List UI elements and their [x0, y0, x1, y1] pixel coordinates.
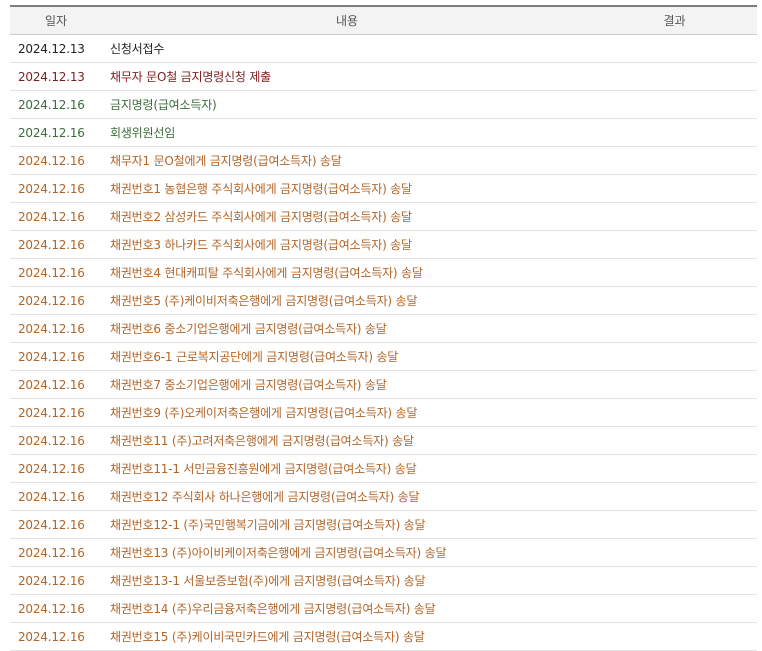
row-content: 채권번호14 (주)우리금융저축은행에게 금지명령(급여소득자) 송달 — [102, 594, 592, 623]
row-date: 2024.12.16 — [10, 398, 102, 427]
row-result — [592, 34, 757, 63]
row-date: 2024.12.13 — [10, 62, 102, 91]
row-content: 채권번호9 (주)오케이저축은행에게 금지명령(급여소득자) 송달 — [102, 398, 592, 427]
row-content: 채권번호6 중소기업은행에게 금지명령(급여소득자) 송달 — [102, 314, 592, 343]
table-row: 2024.12.16 채권번호12 주식회사 하나은행에게 금지명령(급여소득자)… — [10, 482, 757, 511]
row-content: 채권번호7 중소기업은행에게 금지명령(급여소득자) 송달 — [102, 370, 592, 399]
row-result — [592, 454, 757, 483]
table-row: 2024.12.16 채권번호2 삼성카드 주식회사에게 금지명령(급여소득자) … — [10, 202, 757, 231]
row-result — [592, 146, 757, 175]
row-content: 채권번호4 현대캐피탈 주식회사에게 금지명령(급여소득자) 송달 — [102, 258, 592, 287]
row-result — [592, 258, 757, 287]
table-row: 2024.12.16 채권번호15 (주)케이비국민카드에게 금지명령(급여소득자… — [10, 622, 757, 651]
row-result — [592, 174, 757, 203]
table-row: 2024.12.13 채무자 문O철 금지명령신청 제출 — [10, 62, 757, 91]
row-date: 2024.12.16 — [10, 426, 102, 455]
table-header: 일자 내용 결과 — [10, 5, 757, 35]
row-result — [592, 622, 757, 651]
row-content: 채권번호15 (주)케이비국민카드에게 금지명령(급여소득자) 송달 — [102, 622, 592, 651]
row-date: 2024.12.16 — [10, 594, 102, 623]
row-date: 2024.12.16 — [10, 146, 102, 175]
table-row: 2024.12.16 회생위원선임 — [10, 118, 757, 147]
row-result — [592, 370, 757, 399]
table-row: 2024.12.16 채권번호11 (주)고려저축은행에게 금지명령(급여소득자)… — [10, 426, 757, 455]
row-result — [592, 62, 757, 91]
row-content: 채무자1 문O철에게 금지명령(급여소득자) 송달 — [102, 146, 592, 175]
row-result — [592, 90, 757, 119]
table-body: 2024.12.13 신청서접수 2024.12.13 채무자 문O철 금지명령신청 … — [10, 34, 757, 651]
row-content: 채권번호11-1 서민금융진흥원에게 금지명령(급여소득자) 송달 — [102, 454, 592, 483]
table-row: 2024.12.16 채권번호13 (주)아이비케이저축은행에게 금지명령(급여소… — [10, 538, 757, 567]
row-result — [592, 482, 757, 511]
row-result — [592, 566, 757, 595]
row-content: 채권번호3 하나카드 주식회사에게 금지명령(급여소득자) 송달 — [102, 230, 592, 259]
row-content: 채권번호2 삼성카드 주식회사에게 금지명령(급여소득자) 송달 — [102, 202, 592, 231]
row-date: 2024.12.16 — [10, 202, 102, 231]
row-content: 채권번호13-1 서울보증보험(주)에게 금지명령(급여소득자) 송달 — [102, 566, 592, 595]
row-content: 채권번호12 주식회사 하나은행에게 금지명령(급여소득자) 송달 — [102, 482, 592, 511]
row-result — [592, 510, 757, 539]
row-date: 2024.12.16 — [10, 90, 102, 119]
table-row: 2024.12.16 채권번호6 중소기업은행에게 금지명령(급여소득자) 송달 — [10, 314, 757, 343]
row-result — [592, 314, 757, 343]
row-date: 2024.12.16 — [10, 454, 102, 483]
row-content: 채권번호11 (주)고려저축은행에게 금지명령(급여소득자) 송달 — [102, 426, 592, 455]
table-row: 2024.12.16 채권번호3 하나카드 주식회사에게 금지명령(급여소득자) … — [10, 230, 757, 259]
row-result — [592, 398, 757, 427]
row-content: 신청서접수 — [102, 34, 592, 63]
row-date: 2024.12.16 — [10, 314, 102, 343]
row-result — [592, 202, 757, 231]
row-date: 2024.12.16 — [10, 174, 102, 203]
row-date: 2024.12.16 — [10, 538, 102, 567]
row-result — [592, 342, 757, 371]
row-content: 금지명령(급여소득자) — [102, 90, 592, 119]
row-content: 채권번호6-1 근로복지공단에게 금지명령(급여소득자) 송달 — [102, 342, 592, 371]
row-date: 2024.12.16 — [10, 566, 102, 595]
row-date: 2024.12.16 — [10, 286, 102, 315]
row-result — [592, 594, 757, 623]
row-date: 2024.12.16 — [10, 118, 102, 147]
row-result — [592, 538, 757, 567]
table-row: 2024.12.13 신청서접수 — [10, 34, 757, 63]
row-result — [592, 426, 757, 455]
case-progress-table: 일자 내용 결과 2024.12.13 신청서접수 2024.12.13 채무자 문O… — [10, 5, 757, 651]
row-result — [592, 230, 757, 259]
row-date: 2024.12.16 — [10, 482, 102, 511]
row-content: 채무자 문O철 금지명령신청 제출 — [102, 62, 592, 91]
row-content: 채권번호12-1 (주)국민행복기금에게 금지명령(급여소득자) 송달 — [102, 510, 592, 539]
table-row: 2024.12.16 채권번호6-1 근로복지공단에게 금지명령(급여소득자) 송… — [10, 342, 757, 371]
table-row: 2024.12.16 채권번호7 중소기업은행에게 금지명령(급여소득자) 송달 — [10, 370, 757, 399]
column-header-content: 내용 — [102, 5, 592, 35]
row-date: 2024.12.16 — [10, 622, 102, 651]
table-row: 2024.12.16 채권번호5 (주)케이비저축은행에게 금지명령(급여소득자)… — [10, 286, 757, 315]
row-date: 2024.12.16 — [10, 230, 102, 259]
case-progress-panel: 일자 내용 결과 2024.12.13 신청서접수 2024.12.13 채무자 문O… — [0, 0, 762, 651]
row-result — [592, 286, 757, 315]
table-row: 2024.12.16 채권번호1 농협은행 주식회사에게 금지명령(급여소득자) … — [10, 174, 757, 203]
table-row: 2024.12.16 채권번호11-1 서민금융진흥원에게 금지명령(급여소득자)… — [10, 454, 757, 483]
header-row: 일자 내용 결과 — [10, 5, 757, 35]
row-date: 2024.12.13 — [10, 34, 102, 63]
row-content: 채권번호1 농협은행 주식회사에게 금지명령(급여소득자) 송달 — [102, 174, 592, 203]
column-header-result: 결과 — [592, 5, 757, 35]
row-date: 2024.12.16 — [10, 258, 102, 287]
table-row: 2024.12.16 채권번호13-1 서울보증보험(주)에게 금지명령(급여소득… — [10, 566, 757, 595]
row-date: 2024.12.16 — [10, 510, 102, 539]
row-content: 채권번호5 (주)케이비저축은행에게 금지명령(급여소득자) 송달 — [102, 286, 592, 315]
column-header-date: 일자 — [10, 5, 102, 35]
table-row: 2024.12.16 채권번호12-1 (주)국민행복기금에게 금지명령(급여소득… — [10, 510, 757, 539]
table-row: 2024.12.16 채무자1 문O철에게 금지명령(급여소득자) 송달 — [10, 146, 757, 175]
row-content: 채권번호13 (주)아이비케이저축은행에게 금지명령(급여소득자) 송달 — [102, 538, 592, 567]
table-row: 2024.12.16 채권번호14 (주)우리금융저축은행에게 금지명령(급여소득… — [10, 594, 757, 623]
row-content: 회생위원선임 — [102, 118, 592, 147]
row-result — [592, 118, 757, 147]
table-row: 2024.12.16 채권번호9 (주)오케이저축은행에게 금지명령(급여소득자)… — [10, 398, 757, 427]
row-date: 2024.12.16 — [10, 342, 102, 371]
table-row: 2024.12.16 금지명령(급여소득자) — [10, 90, 757, 119]
table-row: 2024.12.16 채권번호4 현대캐피탈 주식회사에게 금지명령(급여소득자)… — [10, 258, 757, 287]
row-date: 2024.12.16 — [10, 370, 102, 399]
